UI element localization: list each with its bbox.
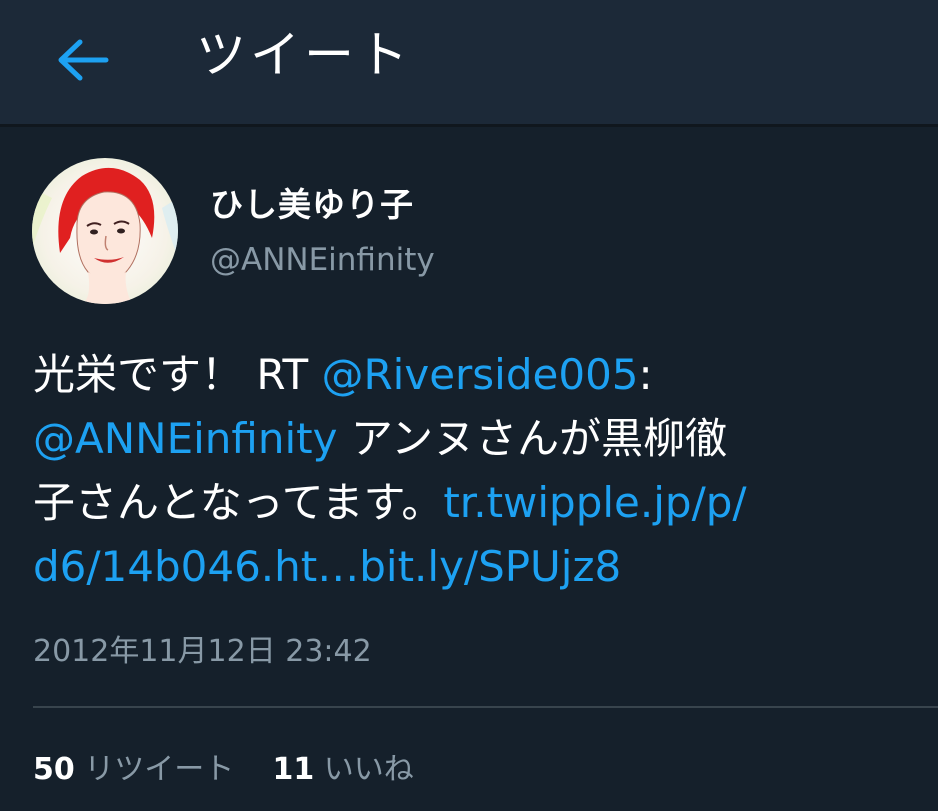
- tweet-text-segment: 子さんとなってます。: [33, 478, 444, 527]
- likes-stat[interactable]: 11 いいね: [272, 752, 413, 787]
- tweet-text: 光栄です！ RT @Riverside005: @ANNEinfinity アン…: [33, 343, 913, 599]
- url-link[interactable]: bit.ly/SPUjz8: [359, 542, 621, 591]
- author-display-name[interactable]: ひし美ゆり子: [210, 183, 414, 227]
- arrow-left-icon: [58, 39, 109, 81]
- retweets-stat[interactable]: 50 リツイート: [33, 752, 234, 787]
- like-label: いいね: [323, 752, 414, 787]
- divider: [33, 706, 938, 708]
- url-link[interactable]: tr.twipple.jp/p/: [443, 478, 746, 527]
- like-count: 11: [272, 752, 315, 787]
- author-handle[interactable]: @ANNEinfinity: [210, 240, 435, 280]
- app-header: ツイート: [0, 0, 938, 127]
- mention-link[interactable]: @Riverside005: [321, 350, 638, 399]
- url-link[interactable]: d6/14b046.ht…: [33, 542, 359, 591]
- mention-link[interactable]: @ANNEinfinity: [33, 414, 337, 463]
- avatar-image: [32, 158, 178, 304]
- tweet-text-segment: :: [638, 350, 653, 399]
- tweet-text-segment: アンヌさんが黒柳徹: [337, 414, 728, 463]
- tweet-stats: 50 リツイート 11 いいね: [33, 750, 414, 790]
- avatar[interactable]: [32, 158, 178, 304]
- retweet-label: リツイート: [84, 752, 235, 787]
- page-title: ツイート: [196, 26, 412, 84]
- back-button[interactable]: [48, 30, 118, 90]
- tweet-text-segment: 光栄です！ RT: [33, 350, 322, 399]
- tweet-timestamp: 2012年11月12日 23:42: [33, 634, 372, 669]
- retweet-count: 50: [33, 752, 75, 787]
